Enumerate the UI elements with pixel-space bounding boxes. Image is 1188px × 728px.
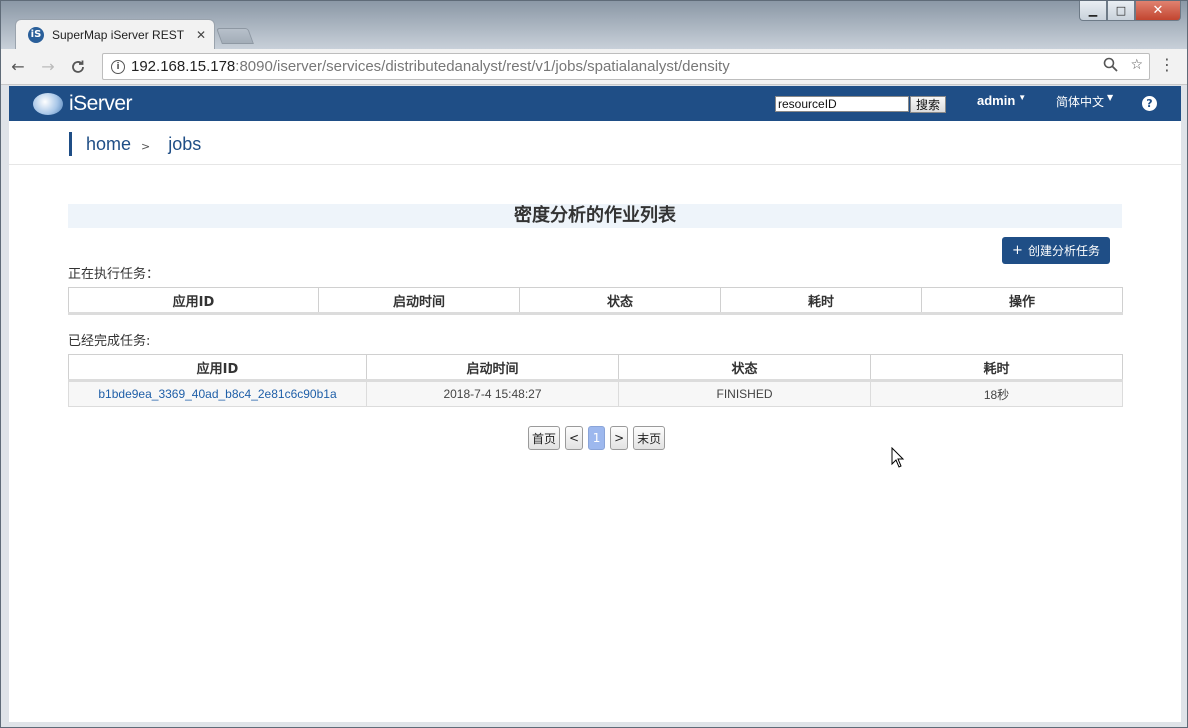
- favicon-icon: iS: [28, 26, 44, 43]
- header-divider: [9, 164, 1181, 165]
- app-header: iServer resourceID 搜索 admin ▼ 简体中文 ▼ ?: [9, 86, 1181, 121]
- column-header: 耗时: [870, 354, 1123, 382]
- last-page-button[interactable]: 末页: [633, 426, 666, 450]
- column-header: 启动时间: [366, 354, 619, 382]
- create-analysis-job-button[interactable]: + 创建分析任务: [1002, 237, 1110, 264]
- plus-icon: +: [1012, 243, 1023, 258]
- info-icon[interactable]: i: [111, 59, 125, 74]
- mouse-cursor-icon: [891, 447, 905, 468]
- column-header: 耗时: [720, 287, 922, 315]
- column-header: 状态: [618, 354, 871, 382]
- reload-icon: [72, 60, 84, 73]
- running-jobs-table: 应用ID 启动时间 状态 耗时 操作: [68, 287, 1123, 315]
- browser-tab[interactable]: iS SuperMap iServer REST ✕: [15, 19, 215, 49]
- next-page-button[interactable]: >: [610, 426, 629, 450]
- elapsed-cell: 18秒: [870, 380, 1123, 407]
- browser-menu-icon[interactable]: ⋮: [1159, 57, 1175, 73]
- back-button[interactable]: ←: [5, 54, 31, 80]
- caret-down-icon: ▼: [1018, 93, 1027, 102]
- bookmark-star-icon[interactable]: ☆: [1130, 57, 1143, 76]
- first-page-button[interactable]: 首页: [528, 426, 561, 450]
- column-header: 启动时间: [318, 287, 520, 315]
- address-bar[interactable]: i 192.168.15.178:8090/iserver/services/d…: [102, 53, 1150, 80]
- iserver-logo[interactable]: iServer: [33, 92, 133, 116]
- column-header: 应用ID: [68, 287, 319, 315]
- logo-text: iServer: [69, 92, 133, 115]
- new-tab-button[interactable]: [216, 28, 254, 44]
- job-id-cell: b1bde9ea_3369_40ad_b8c4_2e81c6c90b1a: [68, 380, 367, 407]
- search-button[interactable]: 搜索: [910, 96, 946, 113]
- browser-window: ▁ □ ✕ iS SuperMap iServer REST ✕ ← → i 1…: [0, 0, 1188, 728]
- table-header-row: 应用ID 启动时间 状态 耗时: [68, 354, 1123, 382]
- tab-close-icon[interactable]: ✕: [196, 28, 206, 42]
- close-window-button[interactable]: ✕: [1135, 1, 1181, 21]
- page-1-button[interactable]: 1: [588, 426, 606, 450]
- page-title: 密度分析的作业列表: [68, 204, 1122, 228]
- zoom-icon[interactable]: [1103, 57, 1119, 76]
- caret-down-icon: ▼: [1107, 93, 1114, 102]
- job-id-link[interactable]: b1bde9ea_3369_40ad_b8c4_2e81c6c90b1a: [98, 387, 336, 401]
- column-header: 操作: [921, 287, 1123, 315]
- breadcrumb-separator: >: [141, 139, 151, 153]
- url-text: 192.168.15.178:8090/iserver/services/dis…: [131, 58, 730, 75]
- running-jobs-label: 正在执行任务：: [68, 267, 160, 282]
- table-row: b1bde9ea_3369_40ad_b8c4_2e81c6c90b1a 201…: [68, 380, 1123, 407]
- browser-toolbar: ← → i 192.168.15.178:8090/iserver/servic…: [1, 49, 1187, 85]
- help-icon[interactable]: ?: [1142, 96, 1157, 111]
- table-header-row: 应用ID 启动时间 状态 耗时 操作: [68, 287, 1123, 315]
- minimize-button[interactable]: ▁: [1079, 1, 1107, 21]
- tab-title: SuperMap iServer REST: [52, 27, 185, 42]
- admin-dropdown[interactable]: admin ▼: [977, 93, 1026, 108]
- search-input[interactable]: resourceID: [775, 96, 909, 112]
- prev-page-button[interactable]: <: [565, 426, 584, 450]
- omnibox-actions: ☆: [1103, 57, 1143, 76]
- start-time-cell: 2018-7-4 15:48:27: [366, 380, 619, 407]
- breadcrumb: home > jobs: [69, 132, 201, 156]
- web-page: iServer resourceID 搜索 admin ▼ 简体中文 ▼ ? hom…: [9, 86, 1181, 722]
- globe-icon: [33, 93, 63, 115]
- breadcrumb-jobs[interactable]: jobs: [168, 134, 201, 155]
- pagination: 首页 < 1 > 末页: [528, 426, 666, 450]
- reload-button[interactable]: [65, 54, 91, 80]
- finished-jobs-label: 已经完成任务:: [68, 334, 151, 349]
- status-cell: FINISHED: [618, 380, 871, 407]
- finished-jobs-table: 应用ID 启动时间 状态 耗时 b1bde9ea_3369_40ad_b8c4_…: [68, 354, 1123, 407]
- language-dropdown[interactable]: 简体中文 ▼: [1056, 93, 1113, 110]
- column-header: 状态: [519, 287, 721, 315]
- forward-button[interactable]: →: [35, 54, 61, 80]
- title-bar: ▁ □ ✕ iS SuperMap iServer REST ✕: [1, 1, 1187, 49]
- column-header: 应用ID: [68, 354, 367, 382]
- maximize-button[interactable]: □: [1107, 1, 1135, 21]
- breadcrumb-home[interactable]: home: [86, 134, 131, 155]
- window-controls: ▁ □ ✕: [1079, 1, 1181, 21]
